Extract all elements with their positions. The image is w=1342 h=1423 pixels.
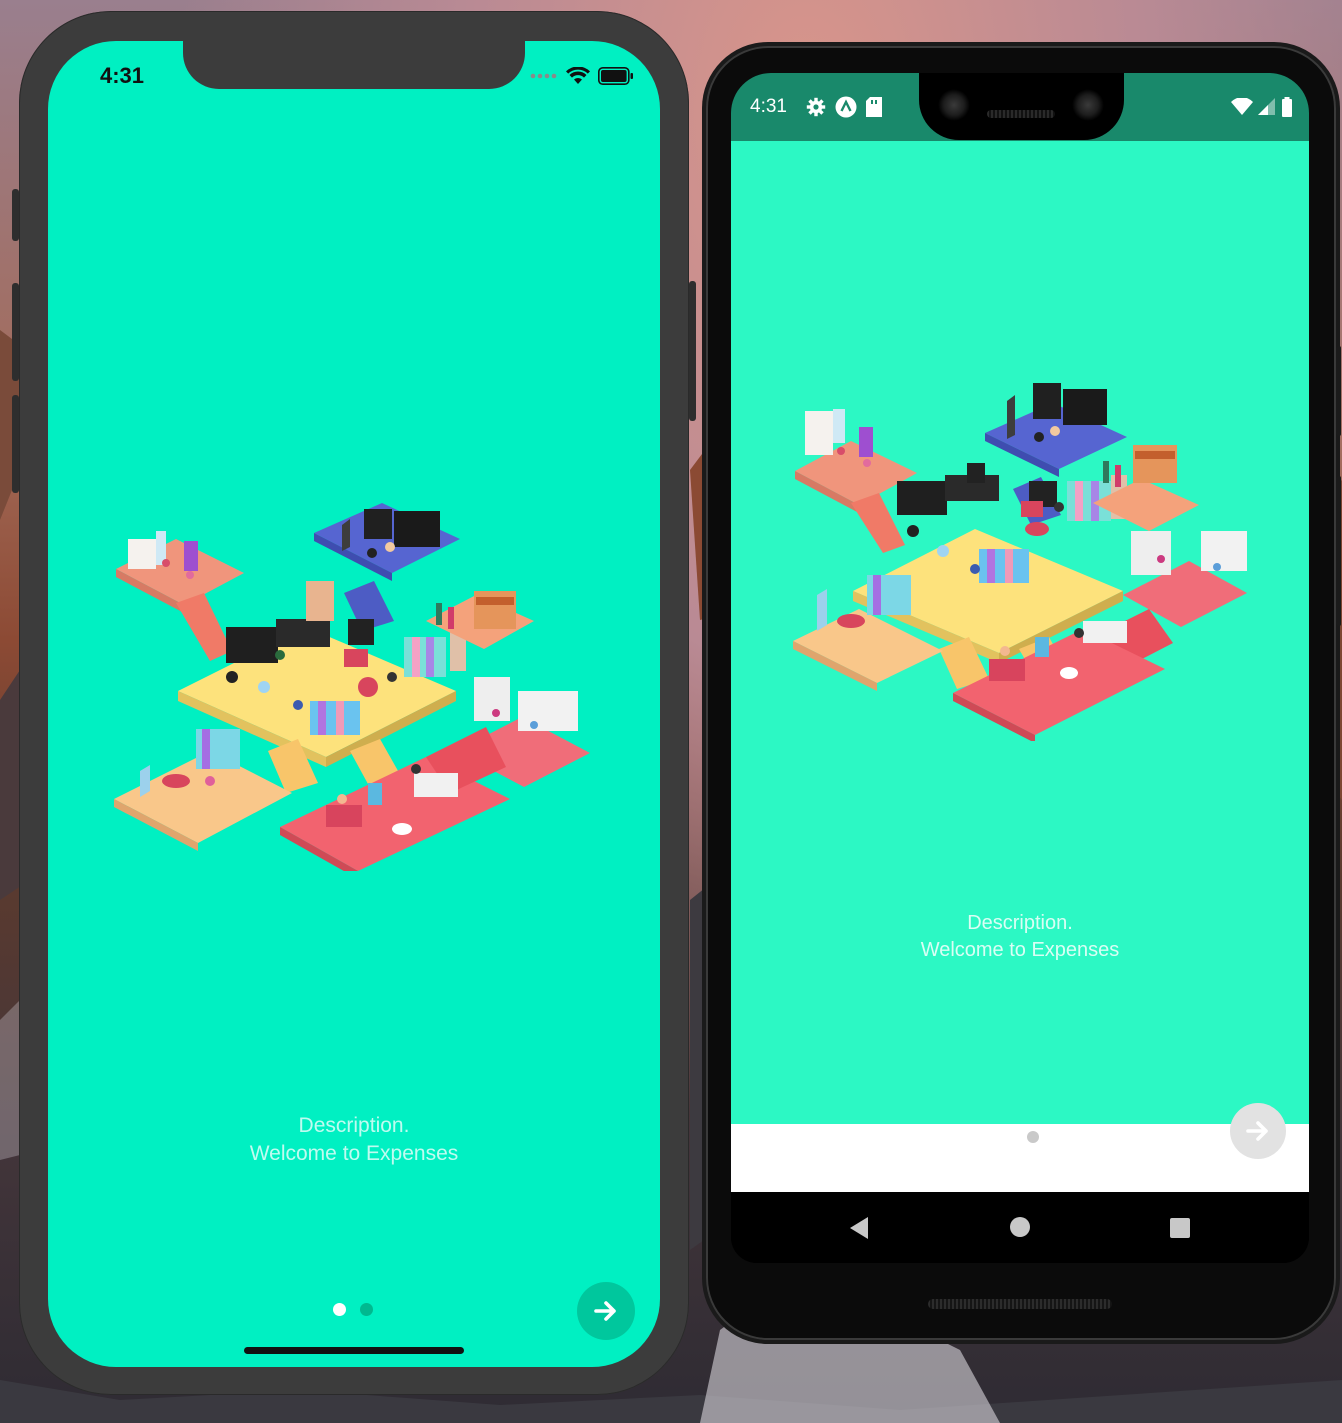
android-navigation-bar: [731, 1192, 1309, 1263]
arrow-right-icon: [1246, 1121, 1268, 1141]
android-bottom-speaker: [928, 1299, 1112, 1309]
ios-status-icons: [530, 67, 634, 85]
back-icon[interactable]: [848, 1216, 870, 1240]
android-status-bar: 4:31: [731, 73, 1309, 141]
android-notch: [919, 73, 1124, 140]
ios-description-title: Description.: [298, 1114, 410, 1137]
ios-next-button[interactable]: [577, 1282, 635, 1340]
wifi-icon: [1231, 98, 1253, 115]
app-icon: [835, 96, 857, 118]
android-screen: 4:31 Description. Welcome to Expenses: [731, 73, 1309, 1263]
signal-icon: [530, 73, 557, 79]
iphone-side-button: [689, 281, 696, 421]
android-status-time: 4:31: [750, 96, 787, 117]
android-description-title: Description.: [967, 912, 1073, 934]
pagination-dot-active[interactable]: [1027, 1131, 1039, 1143]
shopping-mall-illustration: [114, 503, 590, 871]
front-camera-right: [1072, 89, 1104, 121]
earpiece-speaker: [987, 110, 1055, 118]
iphone-frame: 4:31 Description. Welcome to Expenses: [12, 11, 696, 1395]
battery-icon: [598, 67, 633, 85]
pagination-dot-active[interactable]: [333, 1303, 346, 1316]
ios-description-subtitle: Welcome to Expenses: [249, 1142, 459, 1165]
wifi-icon: [566, 67, 590, 84]
android-status-right-icons: [1231, 97, 1293, 117]
iphone-volume-up: [12, 283, 19, 381]
ios-home-indicator[interactable]: [244, 1347, 464, 1354]
iphone-volume-down: [12, 395, 19, 493]
ios-screen: 4:31 Description. Welcome to Expenses: [48, 41, 660, 1367]
shopping-mall-illustration: [793, 383, 1247, 741]
android-power-button: [1336, 346, 1341, 436]
iphone-mute-switch: [12, 189, 19, 241]
android-frame: 4:31 Description. Welcome to Expenses: [706, 46, 1341, 1340]
android-onboarding-content: Description. Welcome to Expenses: [731, 141, 1309, 1124]
settings-icon: [806, 97, 826, 117]
android-volume-rocker: [1336, 476, 1341, 626]
home-icon[interactable]: [1009, 1216, 1031, 1238]
android-next-button[interactable]: [1230, 1103, 1286, 1159]
signal-icon: [1258, 98, 1275, 115]
sd-card-icon: [866, 97, 882, 117]
pagination-dot[interactable]: [360, 1303, 373, 1316]
android-bottom-bar: [731, 1124, 1309, 1192]
front-camera-left: [938, 89, 970, 121]
android-status-left-icons: [806, 96, 882, 118]
recents-icon[interactable]: [1169, 1217, 1191, 1239]
arrow-right-icon: [594, 1301, 616, 1321]
battery-icon: [1282, 97, 1292, 117]
ios-status-time: 4:31: [100, 63, 145, 88]
ios-pagination: [333, 1303, 373, 1316]
android-description-subtitle: Welcome to Expenses: [920, 939, 1120, 961]
ios-notch: [183, 41, 525, 89]
